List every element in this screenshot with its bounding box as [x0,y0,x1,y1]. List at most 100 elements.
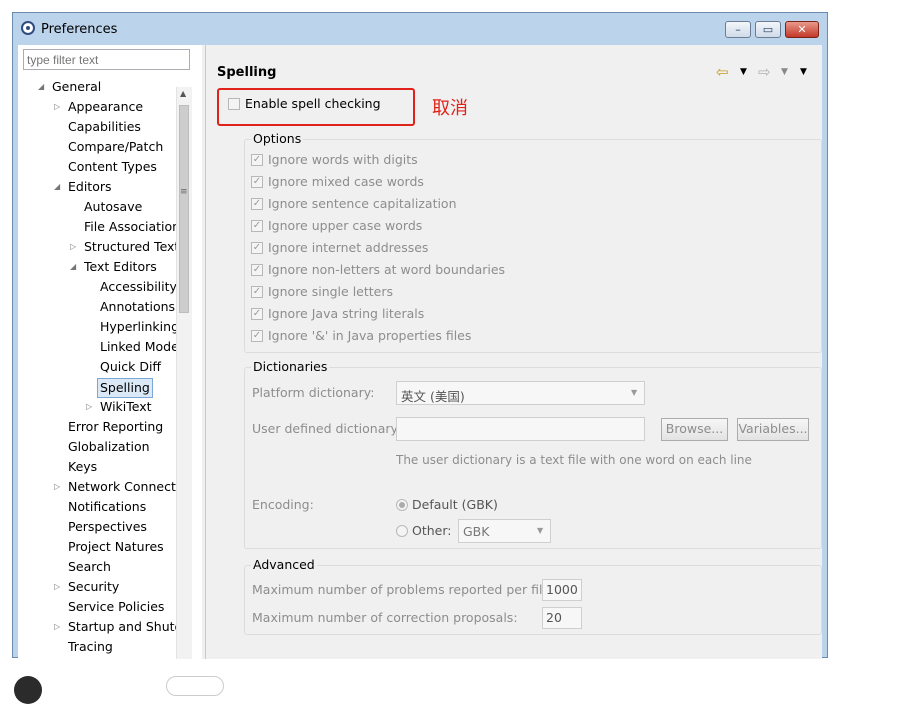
collapse-icon[interactable]: ◢ [70,257,76,277]
tree-item[interactable]: Accessibility [100,277,176,297]
tree-item[interactable]: Structured Text E [84,237,176,257]
close-button[interactable]: ✕ [785,21,819,38]
default-encoding-label[interactable]: Default (GBK) [412,497,498,512]
tree-item[interactable]: Project Natures [68,537,164,557]
back-icon[interactable]: ⇦ [716,63,729,81]
preferences-tree: General ◢ Appearance ▷ Capabilities Compare/P… [18,77,176,659]
collapse-icon[interactable]: ◢ [38,77,44,97]
tree-item[interactable]: Capabilities [68,117,141,137]
enable-spell-checkbox[interactable] [228,98,240,110]
option-checkbox[interactable]: ✓ [251,220,263,232]
filter-input[interactable] [23,49,190,70]
option-label[interactable]: Ignore upper case words [268,218,422,233]
expand-icon[interactable]: ▷ [54,617,60,637]
page-title: Spelling [217,65,277,80]
other-encoding-value: GBK [463,524,490,539]
follow-pill[interactable] [166,676,224,696]
tree-item[interactable]: General [52,77,101,97]
tree-item[interactable]: Linked Mode [100,337,176,357]
user-dictionary-label: User defined dictionary: [252,421,402,436]
preferences-window: Preferences – ▭ ✕ General ◢ Appearance ▷ Cap… [12,12,828,659]
tree-item[interactable]: Perspectives [68,517,147,537]
scroll-up-icon[interactable]: ▲ [180,89,186,98]
expand-icon[interactable]: ▷ [54,477,60,497]
tree-item[interactable]: Quick Diff [100,357,161,377]
tree-item[interactable]: Error Reporting [68,417,163,437]
tree-item[interactable]: Content Types [68,157,157,177]
option-checkbox[interactable]: ✓ [251,286,263,298]
chevron-down-icon[interactable]: ▼ [537,526,543,535]
other-encoding-label[interactable]: Other: [412,523,451,538]
tree-item[interactable]: Security [68,577,119,597]
option-checkbox[interactable]: ✓ [251,242,263,254]
option-checkbox[interactable]: ✓ [251,198,263,210]
options-list: ✓ Ignore words with digits ✓ Ignore mixed c… [251,149,811,349]
tree-item[interactable]: Notifications [68,497,146,517]
expand-icon[interactable]: ▷ [86,397,92,417]
scroll-thumb[interactable] [179,105,189,313]
tree-item[interactable]: Text Editors [84,257,157,277]
tree-item[interactable]: Appearance [68,97,143,117]
platform-dictionary-select[interactable]: 英文 (美国) ▼ [396,381,645,405]
option-checkbox[interactable]: ✓ [251,176,263,188]
spelling-page: Spelling ⇦ ▼ ⇨ ▼ ▼ Enable spell checking… [206,45,822,659]
tree-item[interactable]: Network Connectio [68,477,176,497]
collapse-icon[interactable]: ◢ [54,177,60,197]
browse-button[interactable]: Browse... [661,418,728,441]
forward-menu-icon[interactable]: ▼ [781,67,788,77]
grip-icon: ≡ [180,187,188,197]
user-dictionary-note: The user dictionary is a text file with … [396,453,752,467]
tree-item[interactable]: Startup and Shutdo [68,617,176,637]
other-encoding-radio[interactable] [396,525,408,537]
max-proposals-input[interactable]: 20 [542,607,582,629]
forward-icon[interactable]: ⇨ [758,63,771,81]
tree-item[interactable]: Editors [68,177,112,197]
tree-item[interactable]: Autosave [84,197,142,217]
variables-button[interactable]: Variables... [737,418,809,441]
tree-item[interactable]: Spelling [97,378,153,398]
enable-spell-label[interactable]: Enable spell checking [245,96,381,111]
maximize-button[interactable]: ▭ [755,21,781,38]
option-label[interactable]: Ignore words with digits [268,152,418,167]
other-encoding-combo[interactable]: GBK ▼ [458,519,551,543]
max-problems-label: Maximum number of problems reported per … [252,582,555,597]
preferences-tree-pane: General ◢ Appearance ▷ CapabilitiesCompare/P… [18,45,202,659]
default-encoding-radio[interactable] [396,499,408,511]
option-label[interactable]: Ignore single letters [268,284,393,299]
tree-item[interactable]: WikiText [100,397,152,417]
page-footer-strip [0,660,920,704]
expand-icon[interactable]: ▷ [70,237,76,257]
option-checkbox[interactable]: ✓ [251,308,263,320]
options-title: Options [251,131,304,146]
tree-item[interactable]: Tracing [68,637,113,657]
back-menu-icon[interactable]: ▼ [740,67,747,77]
expand-icon[interactable]: ▷ [54,97,60,117]
user-dictionary-input[interactable] [396,417,645,441]
option-label[interactable]: Ignore Java string literals [268,306,424,321]
tree-scrollbar[interactable]: ▲ ≡ [176,87,192,659]
tree-item[interactable]: Annotations [100,297,175,317]
option-label[interactable]: Ignore non-letters at word boundaries [268,262,505,277]
chevron-down-icon[interactable]: ▼ [631,388,637,397]
expand-icon[interactable]: ▷ [54,577,60,597]
title-bar[interactable]: Preferences – ▭ ✕ [13,13,827,45]
option-checkbox[interactable]: ✓ [251,154,263,166]
minimize-button[interactable]: – [725,21,751,38]
option-label[interactable]: Ignore '&' in Java properties files [268,328,471,343]
option-checkbox[interactable]: ✓ [251,264,263,276]
max-problems-input[interactable]: 1000 [542,579,582,601]
tree-item[interactable]: Globalization [68,437,150,457]
option-label[interactable]: Ignore sentence capitalization [268,196,457,211]
tree-item[interactable]: Hyperlinking [100,317,176,337]
tree-item[interactable]: Compare/Patch [68,137,163,157]
tree-item[interactable]: File Associations [84,217,176,237]
tree-item[interactable]: Search [68,557,111,577]
client-area: General ◢ Appearance ▷ CapabilitiesCompare/P… [18,45,822,659]
option-label[interactable]: Ignore internet addresses [268,240,428,255]
tree-item[interactable]: Service Policies [68,597,164,617]
encoding-label: Encoding: [252,497,314,512]
tree-item[interactable]: Keys [68,457,97,477]
view-menu-icon[interactable]: ▼ [800,67,807,77]
option-checkbox[interactable]: ✓ [251,330,263,342]
option-label[interactable]: Ignore mixed case words [268,174,424,189]
